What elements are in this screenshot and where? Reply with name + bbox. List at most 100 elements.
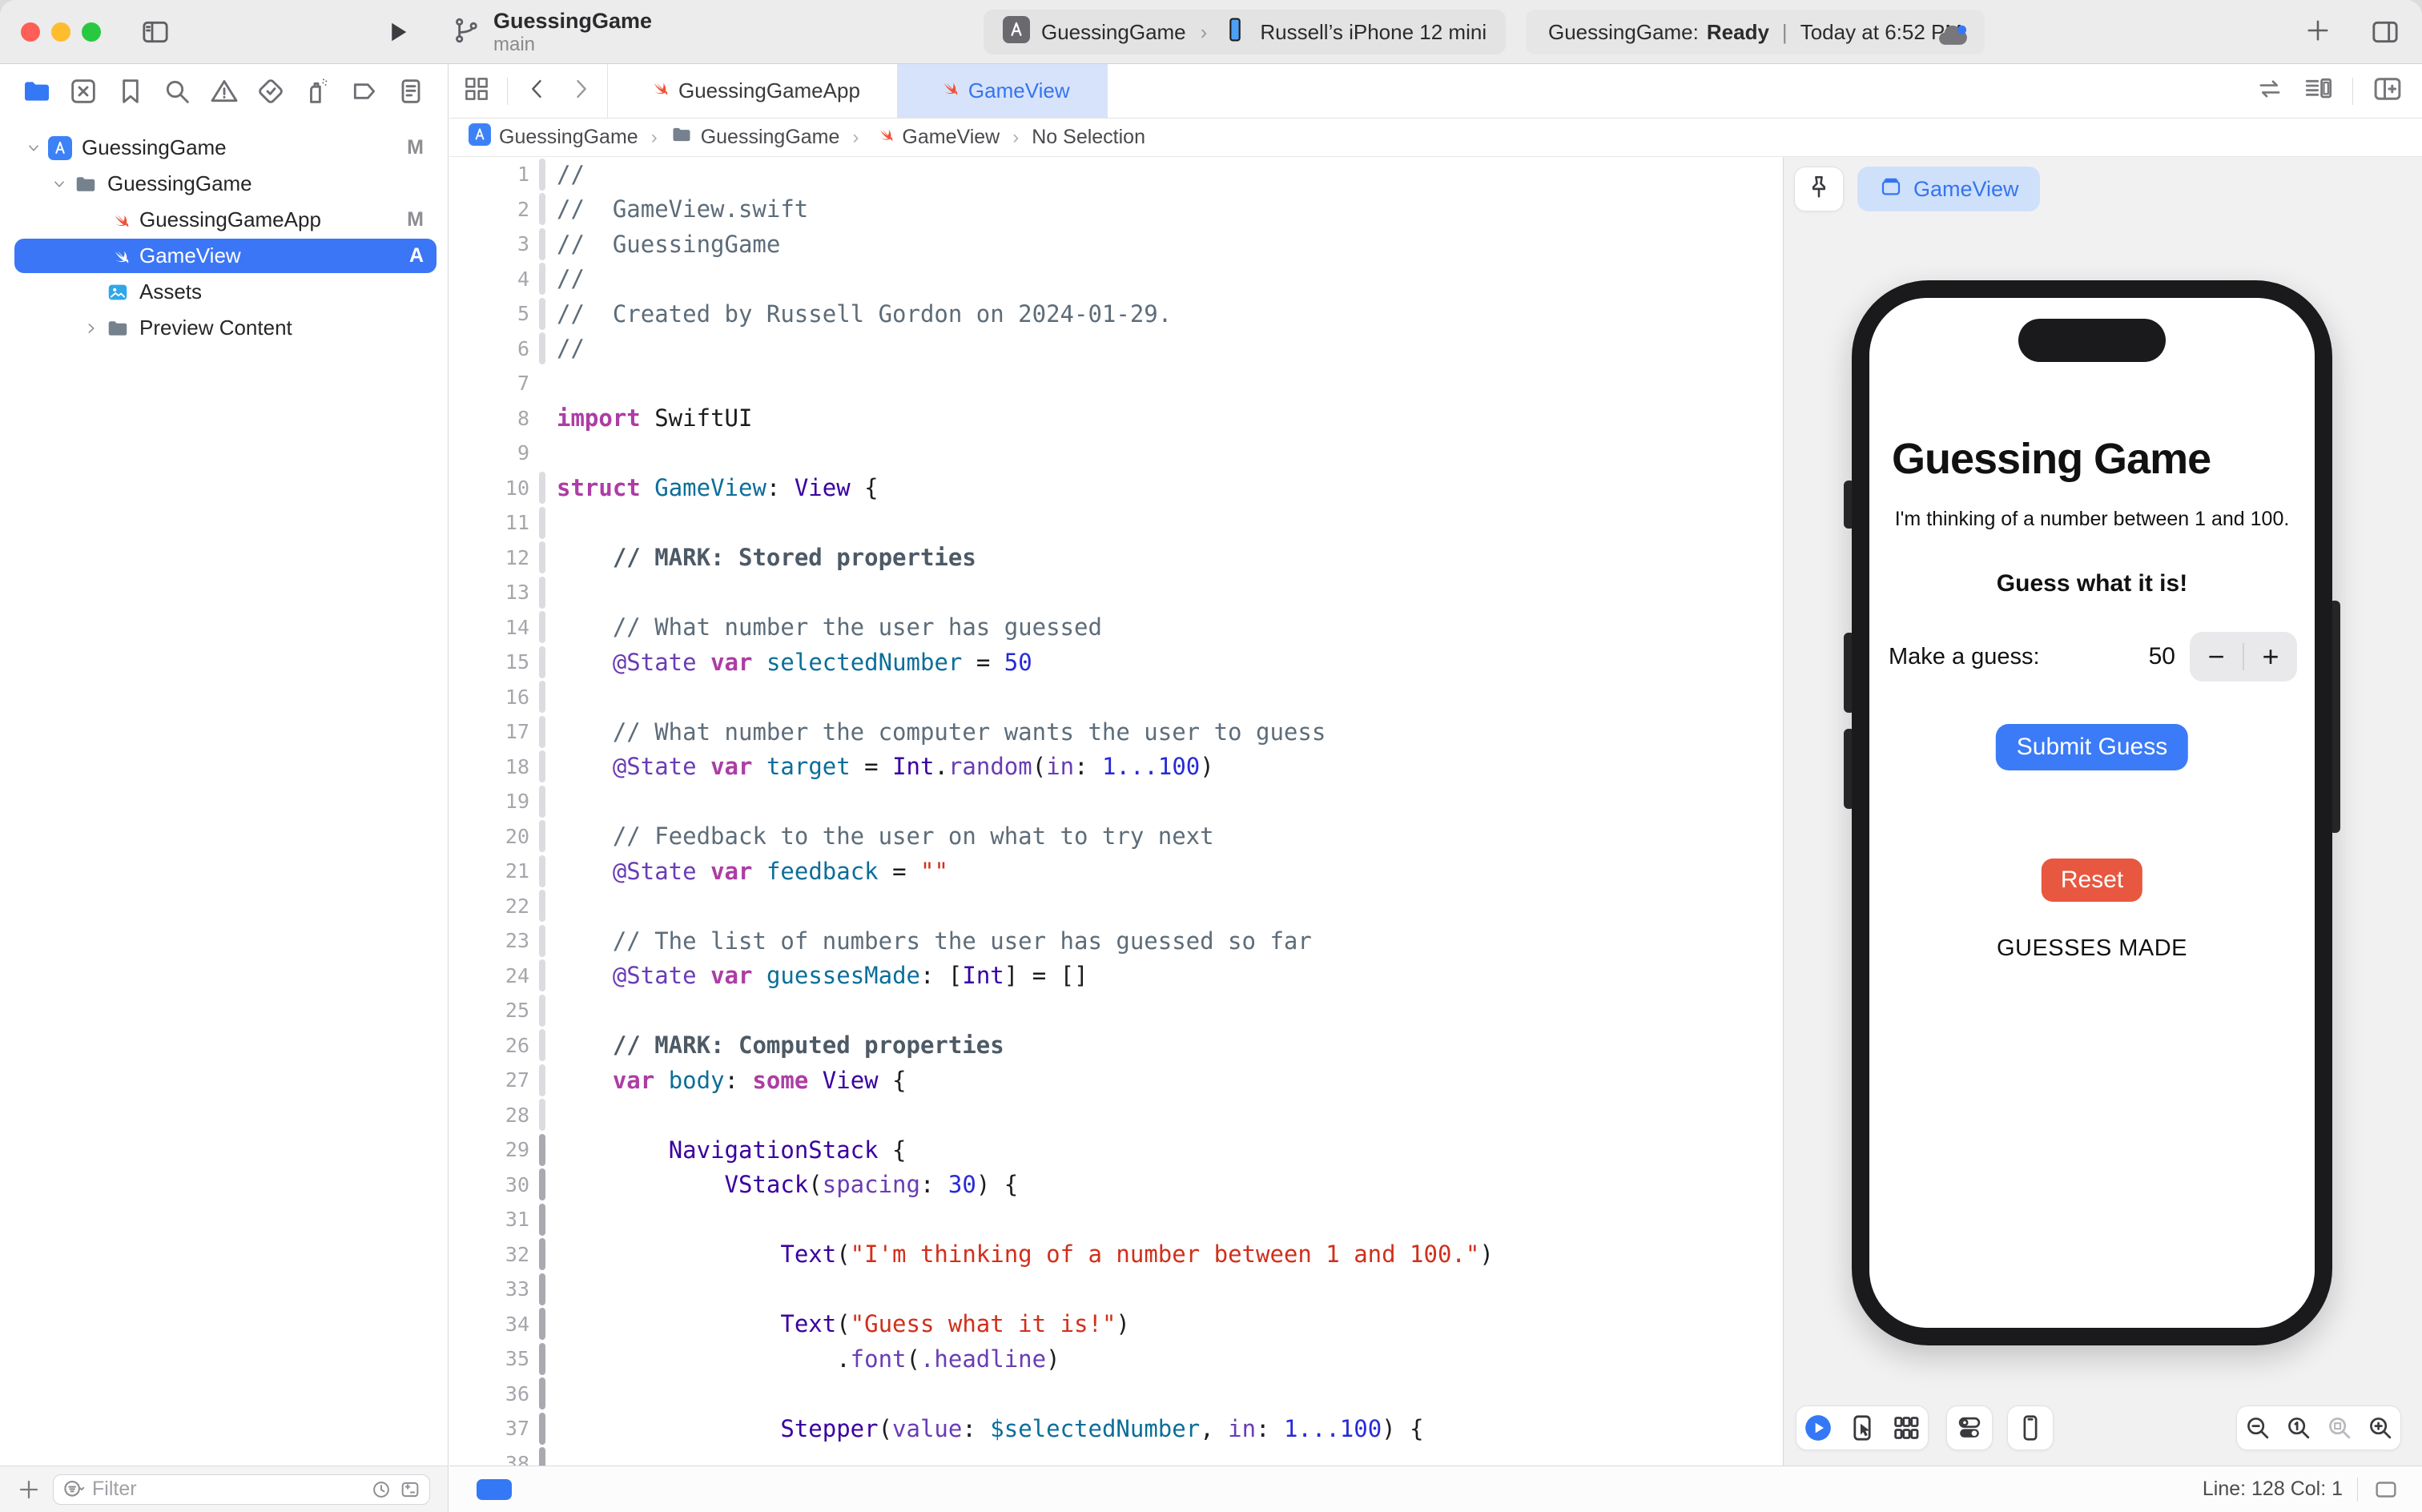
code-line[interactable]: 13 xyxy=(449,575,1782,610)
debug-navigator-icon[interactable] xyxy=(301,75,333,107)
back-icon[interactable] xyxy=(524,75,551,107)
bookmarks-navigator-icon[interactable] xyxy=(115,75,147,107)
variants-mode-icon[interactable] xyxy=(1884,1412,1928,1444)
code-line[interactable]: 7 xyxy=(449,366,1782,401)
code-line[interactable]: 34 Text("Guess what it is!") xyxy=(449,1307,1782,1342)
code-line[interactable]: 20 // Feedback to the user on what to tr… xyxy=(449,819,1782,855)
add-editor-icon[interactable] xyxy=(2371,72,2404,110)
add-file-icon[interactable] xyxy=(16,1477,42,1502)
minimap-toggle[interactable] xyxy=(477,1479,512,1500)
zoom-to-fit-icon[interactable] xyxy=(2319,1413,2360,1443)
code-line[interactable]: 15 @State var selectedNumber = 50 xyxy=(449,645,1782,680)
code-line[interactable]: 1// xyxy=(449,157,1782,192)
code-line[interactable]: 33 xyxy=(449,1272,1782,1307)
code-line[interactable]: 2// GameView.swift xyxy=(449,192,1782,227)
code-line[interactable]: 27 var body: some View { xyxy=(449,1063,1782,1098)
sidebar-item-assets[interactable]: Assets xyxy=(0,274,448,310)
code-line[interactable]: 11 xyxy=(449,505,1782,541)
tab-gameview[interactable]: GameView xyxy=(898,64,1108,118)
code-line[interactable]: 10struct GameView: View { xyxy=(449,471,1782,506)
stepper-plus-button[interactable]: + xyxy=(2244,633,2297,680)
search-navigator-icon[interactable] xyxy=(161,75,193,107)
code-line[interactable]: 3// GuessingGame xyxy=(449,227,1782,262)
device-settings-button[interactable] xyxy=(1946,1405,1993,1450)
toggle-inspector-icon[interactable] xyxy=(2369,16,2401,52)
recents-icon[interactable] xyxy=(370,1478,392,1501)
code-line[interactable]: 14 // What number the user has guessed xyxy=(449,610,1782,645)
reports-navigator-icon[interactable] xyxy=(395,75,427,107)
submit-guess-button[interactable]: Submit Guess xyxy=(1996,724,2188,770)
source-control-filter-icon[interactable] xyxy=(399,1478,421,1501)
code-line[interactable]: 23 // The list of numbers the user has g… xyxy=(449,923,1782,959)
code-line[interactable]: 8import SwiftUI xyxy=(449,401,1782,436)
zoom-out-icon[interactable] xyxy=(2237,1413,2278,1443)
code-line[interactable]: 35 .font(.headline) xyxy=(449,1341,1782,1377)
editor-options-icon[interactable] xyxy=(2303,73,2335,109)
issues-navigator-icon[interactable] xyxy=(208,75,240,107)
source-control-summary[interactable]: GuessingGame main xyxy=(450,8,652,56)
add-tab-icon[interactable] xyxy=(2303,16,2332,49)
code-line[interactable]: 5// Created by Russell Gordon on 2024-01… xyxy=(449,296,1782,332)
chevron-down-icon[interactable] xyxy=(19,139,48,157)
code-line[interactable]: 28 xyxy=(449,1098,1782,1133)
forward-icon[interactable] xyxy=(567,75,594,107)
preview-tab[interactable]: GameView xyxy=(1857,167,2040,211)
breadcrumb-item[interactable]: GuessingGame xyxy=(670,123,840,151)
run-destination[interactable]: Russell’s iPhone 12 mini xyxy=(1260,20,1487,45)
code-line[interactable]: 16 xyxy=(449,680,1782,715)
stepper-minus-button[interactable]: − xyxy=(2190,633,2243,680)
swap-editor-icon[interactable] xyxy=(2255,74,2285,108)
breadcrumb-item[interactable]: GuessingGame xyxy=(469,123,638,151)
breakpoints-navigator-icon[interactable] xyxy=(348,75,380,107)
code-line[interactable]: 31 xyxy=(449,1202,1782,1237)
code-line[interactable]: 22 xyxy=(449,889,1782,924)
code-line[interactable]: 38 xyxy=(449,1446,1782,1466)
code-line[interactable]: 26 // MARK: Computed properties xyxy=(449,1028,1782,1064)
code-line[interactable]: 37 Stepper(value: $selectedNumber, in: 1… xyxy=(449,1411,1782,1446)
code-line[interactable]: 30 VStack(spacing: 30) { xyxy=(449,1168,1782,1203)
sidebar-item-guessinggame[interactable]: GuessingGame xyxy=(0,166,448,202)
code-line[interactable]: 18 @State var target = Int.random(in: 1.… xyxy=(449,750,1782,785)
sidebar-item-gameview[interactable]: GameViewA xyxy=(0,238,448,274)
breadcrumb-item[interactable]: GameView xyxy=(871,123,1000,151)
sidebar-item-guessinggameapp[interactable]: GuessingGameAppM xyxy=(0,202,448,238)
reset-button[interactable]: Reset xyxy=(2042,859,2142,902)
minimize-window-button[interactable] xyxy=(51,22,70,42)
code-line[interactable]: 36 xyxy=(449,1377,1782,1412)
close-window-button[interactable] xyxy=(21,22,40,42)
code-line[interactable]: 17 // What number the computer wants the… xyxy=(449,714,1782,750)
run-button[interactable] xyxy=(383,18,412,50)
live-preview-icon[interactable] xyxy=(1796,1412,1841,1444)
chevron-right-icon[interactable] xyxy=(77,320,106,337)
scheme-selector[interactable]: GuessingGame › Russell’s iPhone 12 mini xyxy=(984,10,1506,54)
filter-field[interactable]: Filter xyxy=(53,1474,430,1505)
related-items-icon[interactable] xyxy=(462,74,491,107)
scheme-name[interactable]: GuessingGame xyxy=(1041,20,1186,45)
code-line[interactable]: 6// xyxy=(449,332,1782,367)
tab-guessinggameapp[interactable]: GuessingGameApp xyxy=(607,64,898,118)
sidebar-item-preview-content[interactable]: Preview Content xyxy=(0,310,448,346)
project-navigator-icon[interactable] xyxy=(21,75,53,107)
code-line[interactable]: 9 xyxy=(449,436,1782,471)
code-line[interactable]: 24 @State var guessesMade: [Int] = [] xyxy=(449,959,1782,994)
preview-device-button[interactable] xyxy=(2007,1405,2054,1450)
pin-preview-button[interactable] xyxy=(1794,167,1844,211)
guess-stepper[interactable]: − + xyxy=(2190,632,2297,682)
code-line[interactable]: 4// xyxy=(449,262,1782,297)
code-line[interactable]: 32 Text("I'm thinking of a number betwee… xyxy=(449,1237,1782,1273)
tests-navigator-icon[interactable] xyxy=(255,75,287,107)
toggle-navigator-icon[interactable] xyxy=(139,16,171,52)
selectable-mode-icon[interactable] xyxy=(1841,1412,1885,1444)
zoom-window-button[interactable] xyxy=(82,22,101,42)
sidebar-item-guessinggame[interactable]: GuessingGameM xyxy=(0,130,448,166)
code-line[interactable]: 12 // MARK: Stored properties xyxy=(449,541,1782,576)
zoom-actual-size-icon[interactable] xyxy=(2278,1413,2319,1443)
code-editor[interactable]: 1//2// GameView.swift3// GuessingGame4//… xyxy=(449,157,1782,1466)
breadcrumb-item[interactable]: No Selection xyxy=(1032,126,1145,149)
code-line[interactable]: 21 @State var feedback = "" xyxy=(449,854,1782,889)
chevron-down-icon[interactable] xyxy=(45,175,74,193)
code-line[interactable]: 19 xyxy=(449,784,1782,819)
editor-mode-icon[interactable] xyxy=(2372,1476,2400,1503)
changes-navigator-icon[interactable] xyxy=(67,75,99,107)
code-line[interactable]: 29 NavigationStack { xyxy=(449,1132,1782,1168)
